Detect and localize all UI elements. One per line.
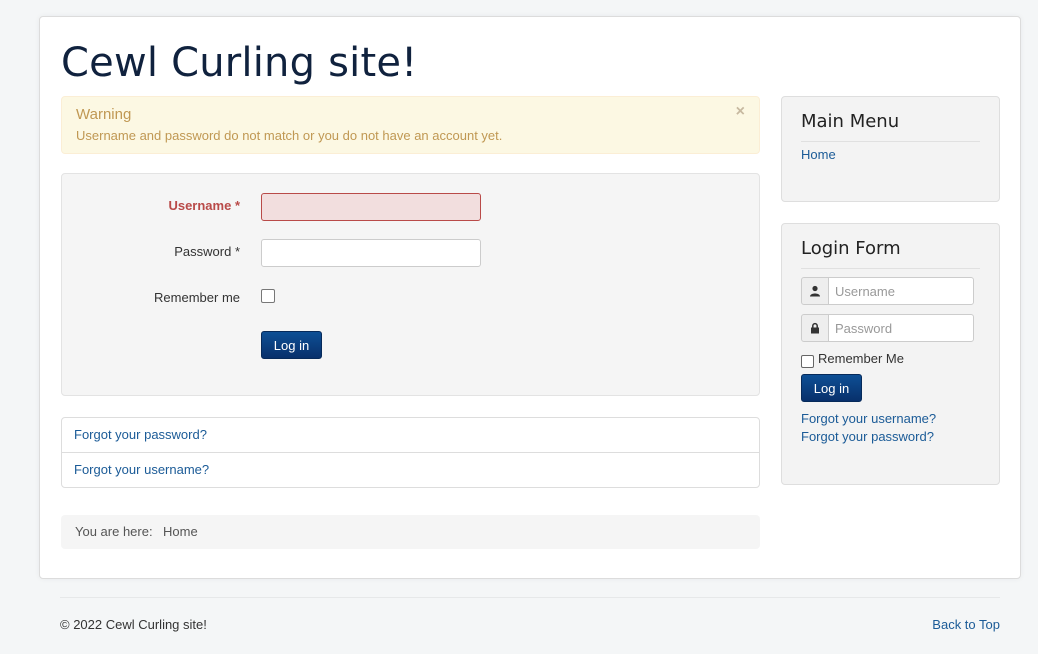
main-menu-title: Main Menu (801, 111, 900, 132)
login-module-title: Login Form (801, 238, 901, 259)
required-mark: * (231, 244, 240, 259)
remember-me-checkbox[interactable] (261, 289, 275, 303)
breadcrumb-label: You are here: (75, 524, 153, 539)
login-form-module: Login Form Remember Me Log in Forgot you… (781, 223, 1000, 485)
warning-alert: Warning Username and password do not mat… (61, 96, 760, 154)
footer-copyright: © 2022 Cewl Curling site! (60, 617, 207, 632)
user-icon (801, 277, 829, 305)
alert-message: Username and password do not match or yo… (76, 128, 503, 143)
login-button[interactable]: Log in (261, 331, 322, 359)
divider (801, 268, 980, 269)
username-label: Username * (168, 198, 240, 213)
module-forgot-password-link[interactable]: Forgot your password? (801, 429, 934, 444)
module-remember-label: Remember Me (818, 351, 904, 366)
page-container: Cewl Curling site! Warning Username and … (39, 16, 1021, 579)
help-links: Forgot your password? Forgot your userna… (61, 417, 760, 488)
username-label-text: Username (168, 198, 232, 213)
main-menu-item-home[interactable]: Home (801, 147, 836, 162)
alert-close-button[interactable]: × (736, 103, 745, 121)
lock-icon (801, 314, 829, 342)
module-password-group (801, 314, 975, 342)
site-title[interactable]: Cewl Curling site! (61, 39, 417, 87)
breadcrumb: You are here: Home (61, 515, 760, 549)
forgot-username-link[interactable]: Forgot your username? (74, 462, 209, 477)
module-username-input[interactable] (828, 277, 974, 305)
breadcrumb-home: Home (163, 524, 198, 539)
footer-divider (60, 597, 1000, 598)
module-remember-checkbox[interactable] (801, 355, 814, 368)
divider (801, 141, 980, 142)
alert-heading: Warning (76, 106, 132, 123)
password-input[interactable] (261, 239, 481, 267)
remember-me-label: Remember me (154, 290, 240, 305)
module-forgot-username-link[interactable]: Forgot your username? (801, 411, 936, 426)
back-to-top-link[interactable]: Back to Top (932, 617, 1000, 632)
main-menu-module: Main Menu Home (781, 96, 1000, 202)
module-login-button[interactable]: Log in (801, 374, 862, 402)
module-password-input[interactable] (828, 314, 974, 342)
divider (62, 452, 759, 453)
username-input[interactable] (261, 193, 481, 221)
module-username-group (801, 277, 975, 305)
login-form: Username * Password * Remember me Log in (61, 173, 760, 396)
forgot-password-link[interactable]: Forgot your password? (74, 427, 207, 442)
password-label: Password * (174, 244, 240, 259)
password-label-text: Password (174, 244, 232, 259)
required-mark: * (231, 198, 240, 213)
